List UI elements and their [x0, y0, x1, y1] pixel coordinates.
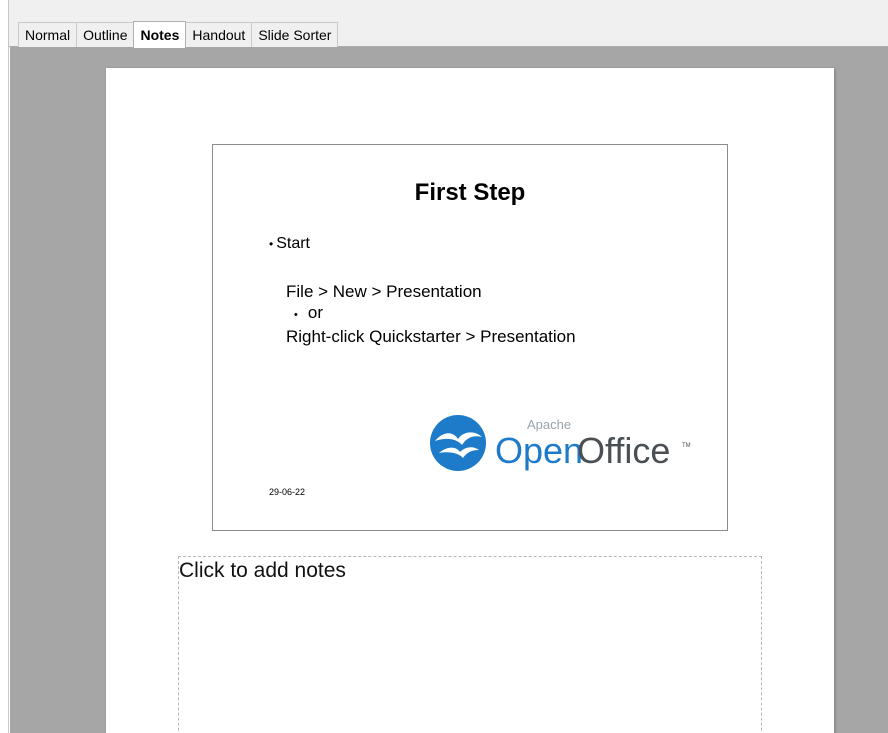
slide-bullet-start: • Start	[269, 235, 310, 253]
logo-open-text: Open	[495, 430, 583, 471]
slide-date: 29-06-22	[269, 487, 306, 497]
notes-workspace[interactable]: First Step • Start File > New > Presentat…	[10, 47, 888, 733]
slide-content: File > New > Presentation • or Right-clic…	[286, 281, 576, 347]
notes-text-area[interactable]: Click to add notes	[178, 556, 762, 733]
tab-handout[interactable]: Handout	[185, 22, 253, 47]
bullet-dot-icon: •	[294, 309, 298, 321]
tab-outline[interactable]: Outline	[76, 22, 135, 47]
tab-notes[interactable]: Notes	[133, 21, 187, 48]
bullet-dot-icon: •	[269, 237, 274, 251]
view-tab-bar: Normal Outline Notes Handout Slide Sorte…	[9, 0, 888, 48]
slide-line-or: • or	[286, 302, 576, 326]
view-tabs: Normal Outline Notes Handout Slide Sorte…	[18, 20, 339, 48]
notes-placeholder: Click to add notes	[179, 559, 346, 582]
slide-line-file-new: File > New > Presentation	[286, 282, 482, 301]
impress-window: Normal Outline Notes Handout Slide Sorte…	[0, 0, 888, 733]
slide-or-text: or	[307, 303, 323, 322]
gull-icon	[430, 415, 486, 471]
left-edge	[0, 0, 9, 733]
slide-title: First Step	[414, 179, 526, 206]
tab-normal[interactable]: Normal	[18, 22, 78, 47]
notes-page: First Step • Start File > New > Presentat…	[106, 68, 834, 733]
logo-trademark-text: TM	[682, 443, 691, 449]
slide-preview[interactable]: First Step • Start File > New > Presentat…	[212, 144, 728, 531]
openoffice-logo: Apache Open Office TM	[430, 415, 691, 471]
slide-line-quickstarter: Right-click Quickstarter > Presentation	[286, 327, 576, 346]
slide-bullet-text: Start	[276, 235, 310, 252]
tab-slide-sorter[interactable]: Slide Sorter	[251, 22, 339, 47]
logo-office-text: Office	[577, 430, 670, 471]
